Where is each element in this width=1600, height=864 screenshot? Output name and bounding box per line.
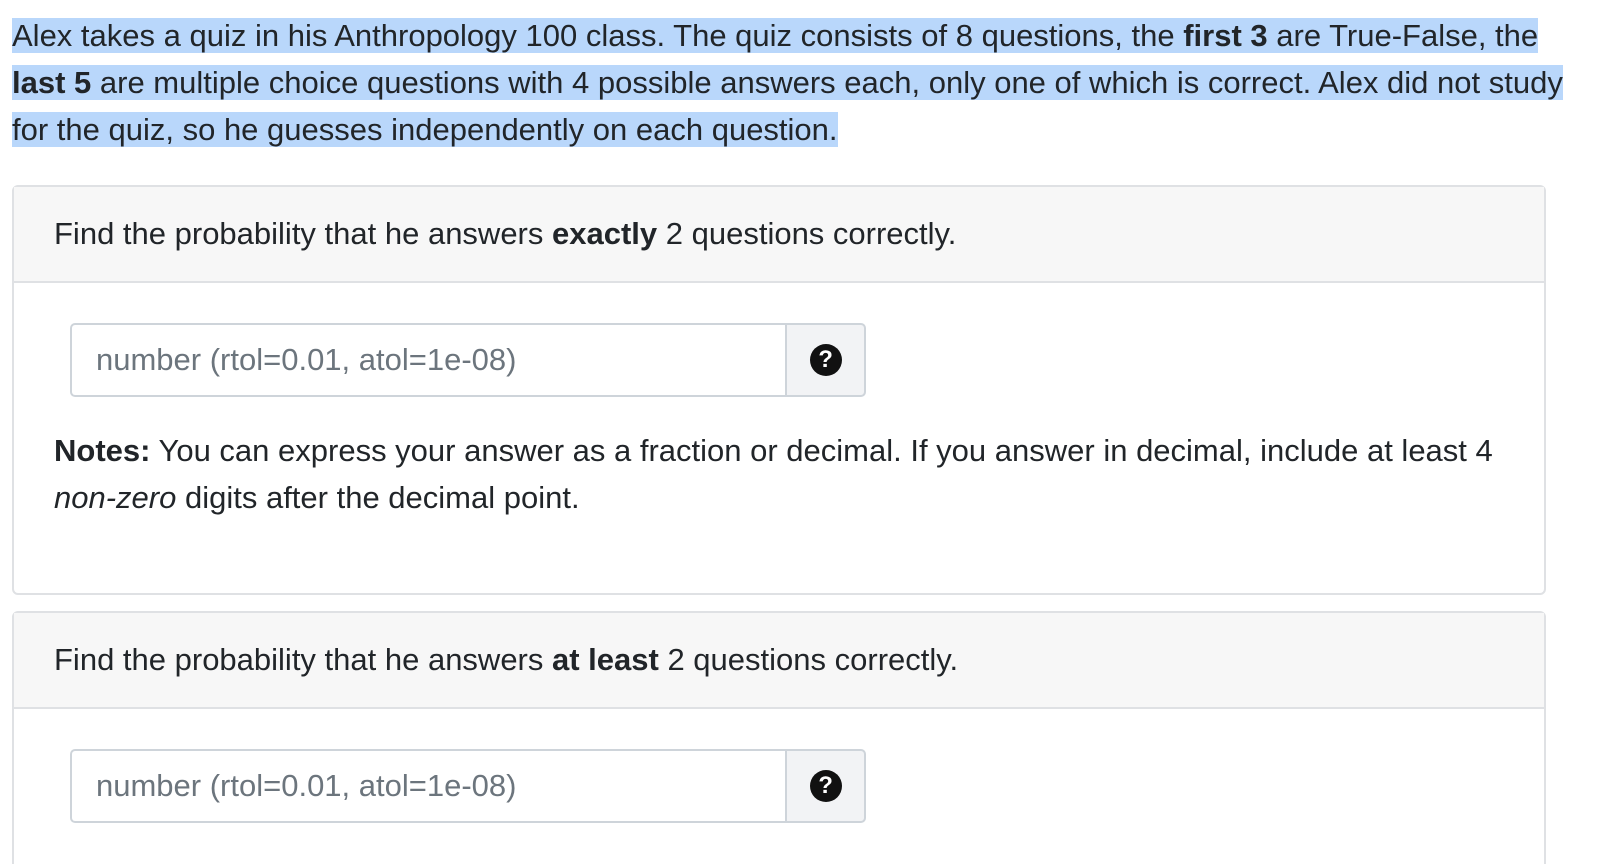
question-prefix: Find the probability that he answers xyxy=(54,216,552,251)
help-button[interactable]: ? xyxy=(785,749,866,823)
question-suffix: 2 questions correctly. xyxy=(658,642,959,677)
question-card-exactly: Find the probability that he answers exa… xyxy=(12,185,1546,595)
notes: Notes: You can express your answer as a … xyxy=(54,427,1494,521)
intro-bold-last-5: last 5 xyxy=(12,65,92,100)
question-text: Find the probability that he answers exa… xyxy=(54,216,956,252)
notes-text-1: You can express your answer as a fractio… xyxy=(150,433,1493,468)
answer-input-group: ? xyxy=(70,323,866,397)
notes-italic: non-zero xyxy=(54,480,177,515)
problem-statement: Alex takes a quiz in his Anthropology 10… xyxy=(12,12,1572,153)
question-prefix: Find the probability that he answers xyxy=(54,642,552,677)
page: Alex takes a quiz in his Anthropology 10… xyxy=(0,0,1600,864)
answer-input-exactly[interactable] xyxy=(70,323,786,397)
answer-input-group: ? xyxy=(70,749,866,823)
question-suffix: 2 questions correctly. xyxy=(657,216,957,251)
question-emphasis: at least xyxy=(552,642,659,677)
question-circle-icon: ? xyxy=(809,344,842,376)
question-header: Find the probability that he answers at … xyxy=(14,613,1544,709)
intro-text-1: Alex takes a quiz in his Anthropology 10… xyxy=(12,18,1184,53)
notes-label: Notes: xyxy=(54,433,151,468)
question-circle-icon: ? xyxy=(809,770,842,802)
intro-text-2: are True-False, the xyxy=(1267,18,1539,53)
question-emphasis: exactly xyxy=(552,216,658,251)
question-header: Find the probability that he answers exa… xyxy=(14,187,1544,283)
intro-bold-first-3: first 3 xyxy=(1183,18,1268,53)
question-text: Find the probability that he answers at … xyxy=(54,642,958,678)
selected-text: Alex takes a quiz in his Anthropology 10… xyxy=(12,18,1563,147)
help-button[interactable]: ? xyxy=(785,323,866,397)
question-card-at-least: Find the probability that he answers at … xyxy=(12,611,1546,864)
answer-input-at-least[interactable] xyxy=(70,749,786,823)
intro-text-3: are multiple choice questions with 4 pos… xyxy=(12,65,1563,147)
notes-text-2: digits after the decimal point. xyxy=(176,480,580,515)
